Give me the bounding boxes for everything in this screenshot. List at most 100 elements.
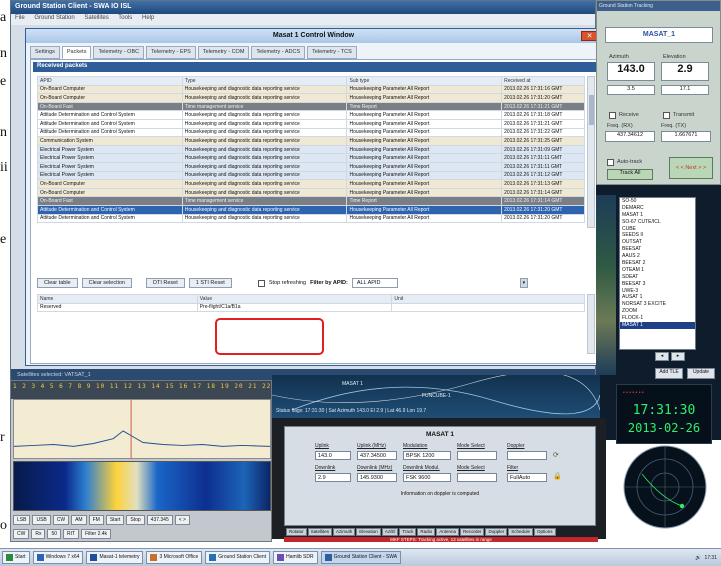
detail-header-unit[interactable]: Unit [391, 294, 585, 304]
packet-row[interactable]: Communication System Housekeeping and dia… [37, 136, 585, 146]
taskbar-item[interactable]: Ground Station Client [205, 551, 271, 564]
tray-clock[interactable]: 17:31 [704, 555, 717, 561]
tab-telemetry-adcs[interactable]: Telemetry - ADCS [251, 46, 306, 59]
taskbar-item[interactable]: Windows 7 x64 [32, 551, 84, 564]
taskbar-item[interactable]: 3 Microsoft Office [146, 551, 203, 564]
detail-row[interactable]: Reserved Pre-flight/C1a/B1a [37, 302, 585, 313]
packet-row[interactable]: Attitude Determination and Control Syste… [37, 204, 585, 215]
detail-scrollbar[interactable] [587, 294, 595, 354]
sdr-setting-control[interactable]: RIT [63, 529, 80, 539]
doppler-field[interactable] [507, 451, 547, 460]
downlink-field[interactable]: 2.9 [315, 473, 351, 482]
satellite-list-item[interactable]: NORSAT 3 EXCITE [620, 301, 695, 308]
column-header-subtype[interactable]: Sub type [346, 76, 503, 86]
tab-telemetry-tcs[interactable]: Telemetry - TCS [307, 46, 357, 59]
radio-tab[interactable]: Schedule [508, 528, 533, 536]
satellite-list-item[interactable]: BEESAT 3 [620, 281, 695, 288]
start-button[interactable]: Start [2, 551, 30, 564]
packet-row[interactable]: On-Board Computer Housekeeping and diagno… [37, 179, 585, 189]
satellite-list-item[interactable]: SEEDS II [620, 232, 695, 239]
radio-tab[interactable]: Antenna [436, 528, 459, 536]
downlink-mhz-field[interactable]: 145.9300 [357, 473, 397, 482]
uplink-field[interactable]: 143.0 [315, 451, 351, 460]
column-header-received[interactable]: Received at [501, 76, 585, 86]
sdr-setting-control[interactable]: CW [13, 529, 30, 539]
satellite-list-item[interactable]: OUTSAT [620, 239, 695, 246]
track-all-button[interactable]: Track All [607, 169, 653, 180]
satellite-list-item[interactable]: MASAT 1 [620, 212, 695, 219]
filter-dropdown-arrow-icon[interactable]: ▾ [519, 278, 528, 288]
clear-selection-button[interactable]: Clear selection [81, 278, 132, 288]
dti-reset-button[interactable]: DTI Reset [146, 278, 185, 288]
transmit-checkbox[interactable] [663, 112, 670, 119]
sdr-setting-control[interactable]: Filter 2.4k [81, 529, 112, 539]
sdr-control-button[interactable]: CW [52, 514, 70, 525]
tx-freq-field[interactable]: 1.667671 [661, 131, 711, 142]
packet-row[interactable]: On-Board Computer Housekeeping and diagno… [37, 84, 585, 95]
radio-tab[interactable]: Elevation [356, 528, 381, 536]
radio-tab[interactable]: Track [399, 528, 417, 536]
receive-checkbox[interactable] [609, 112, 616, 119]
sdr-control-button[interactable]: < > [174, 514, 190, 525]
packet-row[interactable]: Electrical Power System Housekeeping and … [37, 153, 585, 163]
taskbar-item[interactable]: Masat-1 telemetry [86, 551, 144, 564]
clear-table-button[interactable]: Clear table [37, 278, 78, 288]
sdr-setting-control[interactable]: 50 [47, 529, 62, 539]
packet-row[interactable]: Attitude Determination and Control Syste… [37, 213, 585, 224]
radio-tab[interactable]: Doppler [485, 528, 508, 536]
satellite-list-item[interactable]: UWE-3 [620, 288, 695, 295]
satellite-list-item[interactable]: SDEAT [620, 274, 695, 281]
tab-telemetry-com[interactable]: Telemetry - COM [197, 46, 250, 59]
tab-telemetry-eps[interactable]: Telemetry - EPS [146, 46, 196, 59]
column-header-type[interactable]: Type [181, 76, 348, 86]
uplink-mhz-field[interactable]: 437.34500 [357, 451, 397, 460]
radio-tab[interactable]: Options [534, 528, 556, 536]
satellite-list-item[interactable]: FLOCK-1 [620, 315, 695, 322]
packet-row[interactable]: Attitude Determination and Control Syste… [37, 127, 585, 138]
filter-apid-select[interactable]: ALL APID [351, 278, 398, 288]
taskbar-item[interactable]: Ground Station Client - SWA [320, 551, 402, 564]
satellite-list-item[interactable]: SO-50 [620, 198, 695, 205]
waterfall-display[interactable] [13, 461, 271, 511]
sdr-control-button[interactable]: Start [105, 514, 125, 525]
next-button[interactable]: < < Next > > [669, 157, 713, 179]
radio-tab[interactable]: Recorder [459, 528, 485, 536]
filter-field[interactable]: FullAuto [507, 473, 547, 482]
packet-row[interactable]: Electrical Power System Housekeeping and … [37, 144, 585, 155]
menu-help[interactable]: Help [142, 15, 154, 21]
packet-row[interactable]: Attitude Determination and Control Syste… [37, 118, 585, 129]
packet-row[interactable]: On-Board Computer Housekeeping and diagno… [37, 93, 585, 103]
satellite-list-item[interactable]: AUSAT 1 [620, 294, 695, 301]
sdr-control-button[interactable]: USB [32, 514, 51, 525]
satellite-list-item[interactable]: MASAT 1 [620, 322, 695, 329]
detail-header-name[interactable]: Name [37, 294, 198, 304]
satellite-list-item[interactable]: BEESAT [620, 246, 695, 253]
packets-scrollbar-thumb[interactable] [589, 95, 594, 125]
sdr-control-button[interactable]: 437.345 [146, 514, 173, 525]
tab-telemetry-obc[interactable]: Telemetry - OBC [93, 46, 145, 59]
spectrum-display[interactable] [13, 399, 271, 459]
radio-tab[interactable]: Satellites [307, 528, 333, 536]
downlink-mode-field[interactable] [457, 473, 497, 482]
tab-settings[interactable]: Settings [30, 46, 60, 59]
menu-file[interactable]: File [15, 15, 25, 21]
downlink-modulation-field[interactable]: FSK 9600 [403, 473, 451, 482]
menu-satellites[interactable]: Satellites [84, 15, 108, 21]
satellite-list-item[interactable]: SO-67 CUTE/ICL [620, 219, 695, 226]
menu-tools[interactable]: Tools [118, 15, 132, 21]
radio-tab[interactable]: Az/El [381, 528, 399, 536]
packets-scrollbar[interactable] [587, 76, 595, 228]
radio-tab[interactable]: Rotator [286, 528, 307, 536]
mode-select-field[interactable] [457, 451, 497, 460]
update-button[interactable]: Update [687, 368, 715, 379]
volume-icon[interactable]: 🔊 [695, 555, 701, 561]
sdr-setting-control[interactable]: Rx [31, 529, 46, 539]
packet-row[interactable]: On-Board Fast Time management service Time… [37, 196, 585, 206]
sdr-control-button[interactable]: AM [71, 514, 87, 525]
column-header-apid[interactable]: APID [37, 76, 183, 86]
satellite-list[interactable]: SO-50 DEMARC MASAT 1 SO-67 CUTE/ICL CUBE SEED… [619, 197, 696, 350]
list-prev-button[interactable]: ◂ [655, 352, 669, 361]
sdr-control-button[interactable]: Stop [126, 514, 145, 525]
packet-row[interactable]: On-Board Fast Time management service Time… [37, 101, 585, 112]
add-tle-button[interactable]: Add TLE [655, 368, 683, 379]
